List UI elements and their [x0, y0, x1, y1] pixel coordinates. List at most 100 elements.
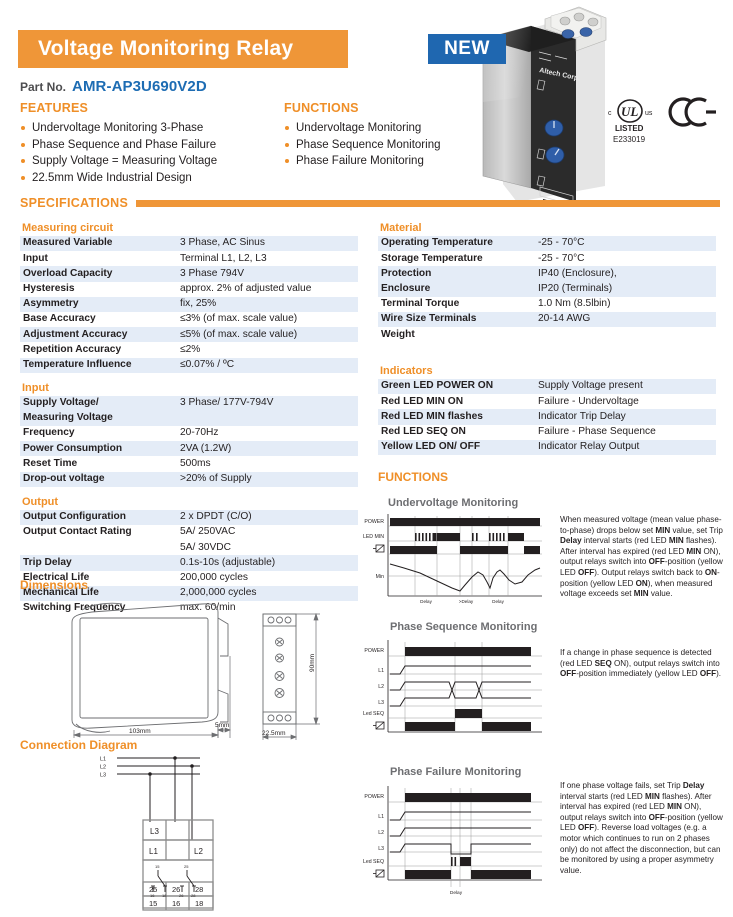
table-row: Red LED MIN flashes Indicator Trip Delay [378, 409, 716, 425]
relay-output-icon [373, 721, 385, 730]
table-row: Output Configuration 2 x DPDT (C/O) [20, 509, 358, 525]
voltage-waveform [389, 563, 541, 592]
table-row: Input Terminal L1, L2, L3 [20, 251, 358, 266]
spec-key: Asymmetry [20, 296, 172, 312]
table-row: Overload Capacity 3 Phase 794V [20, 266, 358, 282]
spec-key: Adjustment Accuracy [20, 327, 172, 343]
svg-text:E233019: E233019 [613, 135, 646, 144]
part-number-block: Part No. AMR-AP3U690V2D [20, 78, 207, 95]
spec-key: Overload Capacity [20, 266, 172, 282]
spec-key: Hysteresis [23, 282, 75, 294]
contact-label-25: 25 [184, 864, 189, 869]
table-row: Yellow LED ON/ OFF Indicator Relay Output [378, 439, 716, 455]
table-row: Terminal Torque 1.0 Nm (8.5lbin) [378, 297, 716, 312]
spec-value: 20-70Hz [180, 427, 219, 439]
spec-value: 3 Phase, AC Sinus [172, 236, 358, 252]
terminal-16: 16 [172, 899, 180, 908]
spec-column-left: Measuring circuit Measured Variable 3 Pha… [20, 222, 358, 616]
spec-key: Measured Variable [20, 236, 172, 252]
spec-table-input: Supply Voltage/3 Phase/ 177V-794V Measur… [20, 395, 358, 487]
list-item: Phase Sequence and Phase Failure [20, 137, 285, 154]
spec-key: Power Consumption [20, 441, 172, 457]
spec-value: 3 Phase/ 177V-794V [172, 395, 358, 411]
spec-value: 5A/ 250VAC [180, 526, 236, 538]
axis-label-l1: L1 [378, 668, 384, 674]
relay-output-icon [373, 869, 385, 878]
axis-label-l2: L2 [378, 830, 384, 836]
terminal-label-l1: L1 [149, 847, 158, 856]
axis-label-l3: L3 [378, 700, 384, 706]
time-label-delay: Delay [450, 890, 463, 896]
spec-key: Storage Temperature [381, 252, 483, 264]
functions-heading: FUNCTIONS [284, 101, 359, 115]
spec-key: Input [23, 252, 48, 264]
spec-key: Red LED MIN ON [381, 395, 464, 407]
spec-value: 0.1s-10s (adjustable) [172, 555, 358, 571]
undervoltage-paragraph: When measured voltage (mean value phase-… [560, 515, 723, 599]
spec-key: Reset Time [23, 457, 78, 469]
phase-failure-paragraph: If one phase voltage fails, set Trip Del… [560, 781, 723, 875]
relay-output-trace [405, 722, 531, 731]
spec-value: >20% of Supply [172, 471, 358, 487]
axis-label-led-min: LED MIN [363, 534, 384, 540]
time-label-delay-1: Delay [420, 599, 432, 604]
axis-label-min: Min [376, 574, 384, 580]
spec-key: Weight [381, 328, 415, 340]
line-label-l2: L2 [100, 765, 106, 771]
spec-table-indicators: Green LED POWER ON Supply Voltage present… [378, 379, 716, 455]
spec-key: Protection [378, 266, 530, 282]
table-row: Measured Variable 3 Phase, AC Sinus [20, 236, 358, 252]
power-trace [390, 518, 540, 526]
diagram-title-undervoltage: Undervoltage Monitoring [388, 497, 519, 509]
spec-value: 2 x DPDT (C/O) [172, 509, 358, 525]
spec-value: 20-14 AWG [530, 311, 716, 328]
phase-sequence-paragraph: If a change in phase sequence is detecte… [560, 648, 722, 679]
list-item: Phase Failure Monitoring [284, 153, 499, 170]
table-row: Base Accuracy ≤3% (of max. scale value) [20, 312, 358, 327]
part-number-value: AMR-AP3U690V2D [72, 78, 207, 95]
l2-trace [390, 827, 531, 837]
spec-group-title: Output [22, 495, 59, 508]
spec-column-right: Material Operating Temperature -25 - 70°C… [378, 222, 716, 342]
list-item: Phase Sequence Monitoring [284, 137, 499, 154]
axis-label-power: POWER [364, 648, 384, 654]
table-row: Trip Delay 0.1s-10s (adjustable) [20, 555, 358, 571]
specifications-heading: SPECIFICATIONS [20, 196, 129, 210]
list-item: Undervoltage Monitoring [284, 120, 499, 137]
table-row: Power Consumption 2VA (1.2W) [20, 441, 358, 457]
time-label-gt-delay: >Delay [459, 599, 474, 604]
contact-label-15: 15 [155, 864, 160, 869]
axis-label-power: POWER [364, 519, 384, 525]
spec-value: -25 - 70°C [538, 252, 585, 264]
table-row: Frequency 20-70Hz [20, 426, 358, 441]
spec-value: fix, 25% [172, 296, 358, 312]
specifications-banner: SPECIFICATIONS [20, 196, 720, 210]
spec-value: 200,000 cycles [180, 571, 248, 583]
spec-value [530, 327, 716, 342]
terminal-25: 25 [149, 885, 157, 894]
table-row: Temperature Influence ≤0.07% / ºC [20, 357, 358, 373]
terminal-label-l3: L3 [150, 827, 159, 836]
spec-value: Indicator Trip Delay [530, 409, 716, 425]
spec-key: Red LED MIN flashes [378, 409, 530, 425]
power-trace [405, 793, 531, 802]
led-min-trace [451, 857, 471, 866]
table-row: Supply Voltage/3 Phase/ 177V-794V [20, 395, 358, 411]
undervoltage-diagram: POWER LED MIN Min Delay >Delay Delay [352, 512, 552, 608]
table-row: Adjustment Accuracy ≤5% (of max. scale va… [20, 327, 358, 343]
spec-value: Supply Voltage present [530, 379, 716, 395]
spec-value: ≤3% (of max. scale value) [180, 313, 298, 325]
table-row: Wire Size Terminals 20-14 AWG [378, 311, 716, 328]
svg-text:us: us [645, 110, 653, 117]
spec-value: Terminal L1, L2, L3 [180, 252, 267, 264]
connection-diagram: L1 L2 L3 L3 L1 L2 15 16 18 25 26 28 25 2… [95, 752, 275, 917]
terminal-26: 26 [172, 885, 180, 894]
features-heading: FEATURES [20, 101, 89, 115]
spec-key: Drop-out voltage [20, 471, 172, 487]
spec-value: approx. 2% of adjusted value [180, 282, 312, 294]
spec-value: -25 - 70°C [530, 236, 716, 252]
spec-value: IP40 (Enclosure), [530, 266, 716, 282]
axis-label-l3: L3 [378, 846, 384, 852]
relay-output-trace [390, 546, 540, 554]
contact-label-18: 18 [162, 893, 167, 898]
